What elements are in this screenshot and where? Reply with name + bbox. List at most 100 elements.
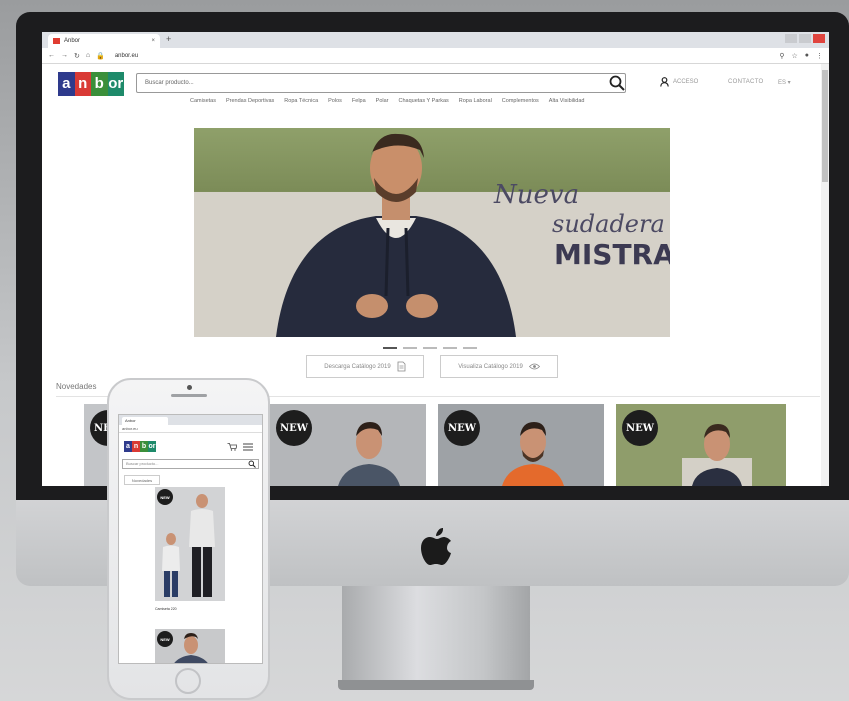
hero-title-line3: MISTRAL	[554, 238, 670, 271]
logo-letter: a	[124, 441, 132, 452]
mobile-product-image	[162, 494, 215, 597]
view-catalog-button[interactable]: Visualiza Catálogo 2019	[440, 355, 558, 378]
bookmark-star-icon[interactable]: ☆	[791, 52, 797, 60]
view-catalog-label: Visualiza Catálogo 2019	[458, 363, 523, 370]
language-selector[interactable]: ES ▾	[778, 79, 791, 86]
close-window-button[interactable]	[813, 34, 825, 43]
nav-item-camisetas[interactable]: Camisetas	[190, 98, 216, 104]
nav-item-prendas-deportivas[interactable]: Prendas Deportivas	[226, 98, 274, 104]
nav-item-felpa[interactable]: Felpa	[352, 98, 366, 104]
carousel-dot[interactable]	[403, 347, 417, 349]
nav-item-ropa-tecnica[interactable]: Ropa Técnica	[284, 98, 318, 104]
contact-link[interactable]: CONTACTO	[728, 79, 764, 85]
home-icon[interactable]: ⌂	[86, 52, 90, 59]
mobile-search-input[interactable]: Buscar producto...	[122, 459, 259, 469]
nav-item-ropa-laboral[interactable]: Ropa Laboral	[459, 98, 492, 104]
new-tab-button[interactable]: +	[166, 34, 171, 44]
address-bar: ← → ↻ ⌂ 🔒 anbor.eu ⚲ ☆ ● ⋮	[42, 48, 829, 64]
mobile-url-field[interactable]: anbor.eu	[119, 425, 262, 433]
search-icon[interactable]	[608, 74, 626, 92]
product-card[interactable]: NEW	[438, 404, 604, 486]
logo-letter: a	[58, 72, 75, 96]
logo-letter: b	[91, 72, 108, 96]
browser-tab[interactable]: Anbor ×	[48, 34, 160, 48]
new-badge: NEW	[622, 410, 658, 446]
mobile-product-card[interactable]: NEW	[155, 629, 225, 663]
logo-letter: n	[74, 72, 91, 96]
hero-banner[interactable]: Nueva sudadera MISTRAL	[194, 128, 670, 337]
nav-item-chaquetas[interactable]: Chaquetas Y Parkas	[399, 98, 449, 104]
page-scrollbar[interactable]	[821, 64, 829, 486]
zoom-icon[interactable]: ⚲	[779, 52, 784, 60]
carousel-dot[interactable]	[383, 347, 397, 349]
logo-letter: or	[107, 72, 124, 96]
main-nav: Camisetas Prendas Deportivas Ropa Técnic…	[190, 98, 584, 104]
maximize-button[interactable]	[799, 34, 811, 43]
carousel-dot[interactable]	[443, 347, 457, 349]
product-model-image	[682, 424, 752, 486]
nav-item-complementos[interactable]: Complementos	[502, 98, 539, 104]
download-catalog-label: Descarga Catálogo 2019	[324, 363, 391, 370]
phone-device: Anbor anbor.eu a n b or Buscar producto.…	[107, 378, 270, 700]
carousel-dot[interactable]	[463, 347, 477, 349]
favicon-icon	[53, 38, 60, 44]
user-icon	[660, 77, 669, 87]
document-icon	[397, 361, 406, 372]
new-badge: NEW	[444, 410, 480, 446]
close-tab-icon[interactable]: ×	[151, 38, 155, 44]
mobile-product-card[interactable]: NEW	[155, 487, 225, 601]
mobile-browser-tab[interactable]: Anbor	[122, 417, 168, 425]
minimize-button[interactable]	[785, 34, 797, 43]
browser-tab-strip: Anbor × +	[42, 32, 829, 48]
mobile-product-caption[interactable]: Camiseta 220	[155, 607, 177, 611]
account-label: ACCESO	[673, 79, 699, 85]
url-field[interactable]: anbor.eu	[115, 53, 138, 59]
nav-item-alta-visibilidad[interactable]: Alta Visibilidad	[549, 98, 585, 104]
hamburger-menu-icon[interactable]	[243, 443, 253, 451]
mobile-anbor-logo[interactable]: a n b or	[124, 441, 156, 452]
profile-icon[interactable]: ●	[805, 52, 809, 60]
phone-speaker	[171, 394, 207, 397]
carousel-dot[interactable]	[423, 347, 437, 349]
logo-letter: n	[132, 441, 140, 452]
phone-home-button[interactable]	[175, 668, 201, 694]
site-header: a n b or Buscar producto... ACCESO CONTA…	[42, 64, 829, 110]
product-model-image	[338, 422, 400, 486]
section-title: Novedades	[56, 382, 97, 391]
logo-letter: or	[148, 441, 156, 452]
new-badge: NEW	[276, 410, 312, 446]
product-model-image	[502, 422, 564, 486]
imac-stand-base	[338, 680, 534, 690]
mobile-search-icon[interactable]	[248, 460, 256, 468]
browser-menu-icon[interactable]: ⋮	[816, 52, 823, 60]
search-input[interactable]: Buscar producto...	[136, 73, 626, 93]
scroll-thumb[interactable]	[822, 70, 828, 182]
account-link[interactable]: ACCESO	[660, 77, 698, 87]
eye-icon	[528, 363, 540, 370]
nav-item-polos[interactable]: Polos	[328, 98, 342, 104]
phone-camera	[187, 385, 192, 390]
nav-item-polar[interactable]: Polar	[376, 98, 389, 104]
forward-icon[interactable]: →	[61, 52, 68, 59]
download-catalog-button[interactable]: Descarga Catálogo 2019	[306, 355, 424, 378]
hero-title-line2: sudadera	[552, 210, 665, 238]
mobile-screen: Anbor anbor.eu a n b or Buscar producto.…	[118, 414, 263, 664]
mobile-tab-strip: Anbor	[119, 415, 262, 425]
browser-tab-title: Anbor	[64, 38, 81, 44]
hero-model-image	[276, 133, 516, 337]
product-card[interactable]: NEW	[270, 404, 426, 486]
carousel-indicators	[383, 347, 477, 349]
cart-icon[interactable]	[227, 443, 237, 451]
mobile-product-image	[174, 633, 208, 663]
apple-logo-icon	[421, 528, 451, 565]
back-icon[interactable]: ←	[48, 52, 55, 59]
mobile-tab-novedades[interactable]: Novedades	[124, 475, 160, 485]
hero-title-line1: Nueva	[494, 180, 580, 210]
anbor-logo[interactable]: a n b or	[58, 72, 124, 96]
lock-icon: 🔒	[96, 52, 105, 60]
window-controls	[785, 34, 825, 43]
imac-stand	[342, 586, 530, 686]
product-card[interactable]: NEW	[616, 404, 786, 486]
reload-icon[interactable]: ↻	[74, 52, 80, 60]
logo-letter: b	[140, 441, 148, 452]
